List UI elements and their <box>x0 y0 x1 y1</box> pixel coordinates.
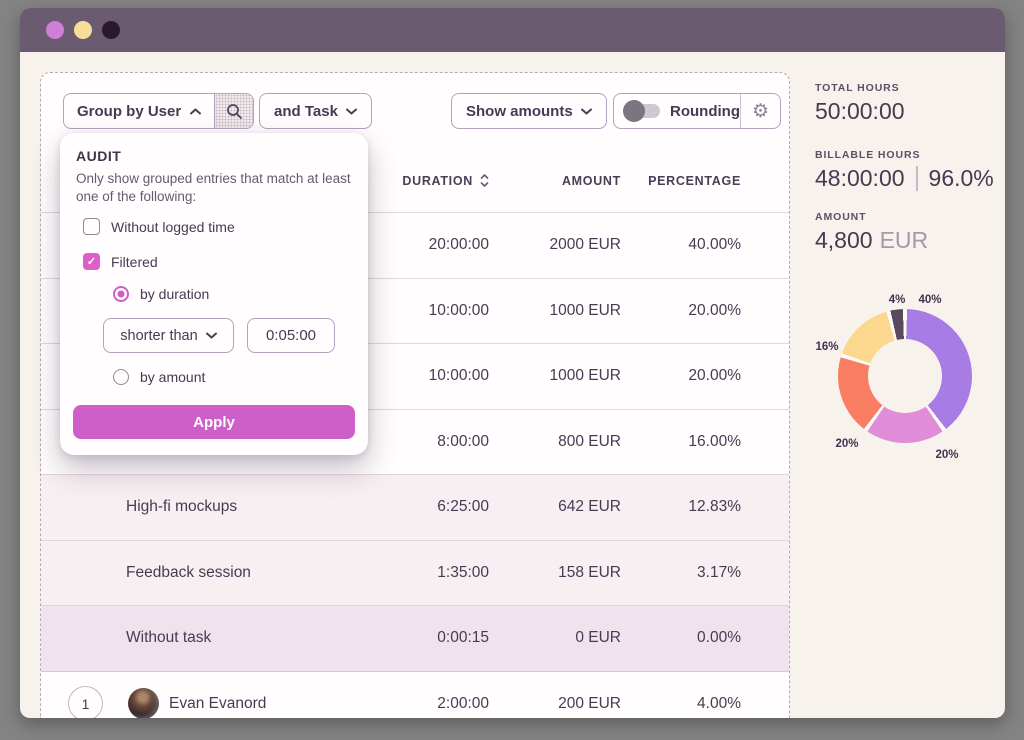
percentage-cell: 3.17% <box>621 564 741 582</box>
percentage-cell: 20.00% <box>621 302 741 320</box>
duration-cell: 1:35:00 <box>359 564 489 582</box>
donut-label: 40% <box>918 294 941 306</box>
user-name: Evan Evanord <box>169 695 266 713</box>
window-close-button[interactable] <box>46 21 64 39</box>
gear-icon[interactable]: ⚙ <box>741 100 780 123</box>
duration-cell: 2:00:00 <box>359 695 489 713</box>
audit-popup: AUDIT Only show grouped entries that mat… <box>60 133 368 455</box>
checkbox-unchecked[interactable] <box>83 218 100 235</box>
total-hours-value: 50:00:00 <box>815 98 905 125</box>
comparator-select[interactable]: shorter than <box>103 318 234 353</box>
search-button[interactable] <box>214 94 253 128</box>
task-name: Without task <box>41 629 359 647</box>
chevron-down-icon <box>581 108 592 115</box>
percentage-cell: 16.00% <box>621 433 741 451</box>
window-titlebar <box>20 8 1005 52</box>
column-header-amount[interactable]: AMOUNT <box>489 174 621 188</box>
column-header-percentage[interactable]: PERCENTAGE <box>621 174 741 188</box>
amount-summary: AMOUNT 4,800 EUR <box>815 211 928 254</box>
amount-cell: 1000 EUR <box>489 367 621 385</box>
rounding-control: Rounding ⚙ <box>613 93 781 129</box>
sort-icon <box>480 174 489 187</box>
search-icon <box>226 103 243 120</box>
percentage-cell: 40.00% <box>621 236 741 254</box>
amount-label: AMOUNT <box>815 211 928 223</box>
duration-cell: 6:25:00 <box>359 498 489 516</box>
user-avatar <box>128 688 159 718</box>
comparator-value: shorter than <box>120 328 197 344</box>
amount-cell: 1000 EUR <box>489 302 621 320</box>
row-index-badge: 1 <box>68 686 103 718</box>
amount-cell: 158 EUR <box>489 564 621 582</box>
amount-cell: 0 EUR <box>489 629 621 647</box>
rounding-toggle[interactable] <box>626 104 660 118</box>
donut-label: 4% <box>889 294 906 306</box>
app-window: Group by User and Task Show amounts <box>20 8 1005 718</box>
total-hours-label: TOTAL HOURS <box>815 82 905 94</box>
amount-cell: 200 EUR <box>489 695 621 713</box>
window-minimize-button[interactable] <box>74 21 92 39</box>
duration-cell: 10:00:00 <box>359 302 489 320</box>
task-name: High-fi mockups <box>41 498 359 516</box>
column-header-duration[interactable]: DURATION <box>359 174 489 188</box>
filtered-label: Filtered <box>111 254 158 270</box>
table-row[interactable]: Feedback session 1:35:00 158 EUR 3.17% <box>41 541 789 607</box>
filtered-option[interactable]: ✓ Filtered <box>83 253 158 270</box>
table-row[interactable]: Without task 0:00:15 0 EUR 0.00% <box>41 606 789 672</box>
table-row[interactable]: High-fi mockups 6:25:00 642 EUR 12.83% <box>41 475 789 541</box>
donut-label: 16% <box>815 341 838 353</box>
billable-percent: 96.0% <box>929 165 994 192</box>
duration-cell: 20:00:00 <box>359 236 489 254</box>
checkbox-checked[interactable]: ✓ <box>83 253 100 270</box>
chevron-up-icon <box>190 108 201 115</box>
percentage-cell: 4.00% <box>621 695 741 713</box>
audit-description: Only show grouped entries that match at … <box>76 170 352 206</box>
group-by-user-control: Group by User <box>63 93 254 129</box>
duration-cell: 8:00:00 <box>359 433 489 451</box>
show-amounts-label: Show amounts <box>466 103 573 120</box>
chevron-down-icon <box>346 108 357 115</box>
billing-donut-chart: 40% 20% 20% 16% 4% <box>820 293 1005 478</box>
by-amount-label: by amount <box>140 369 205 385</box>
chevron-down-icon <box>206 332 217 339</box>
amount-currency: EUR <box>880 227 929 254</box>
donut-chart <box>838 309 972 443</box>
apply-button[interactable]: Apply <box>73 405 355 439</box>
by-duration-label: by duration <box>140 286 209 302</box>
without-logged-time-option[interactable]: Without logged time <box>83 218 235 235</box>
duration-cell: 10:00:00 <box>359 367 489 385</box>
percentage-cell: 0.00% <box>621 629 741 647</box>
divider <box>916 166 918 191</box>
billable-hours-summary: BILLABLE HOURS 48:00:00 96.0% <box>815 149 994 192</box>
percentage-cell: 20.00% <box>621 367 741 385</box>
donut-label: 20% <box>835 438 858 450</box>
task-name: Feedback session <box>41 564 359 582</box>
amount-cell: 642 EUR <box>489 498 621 516</box>
and-task-label: and Task <box>274 103 338 120</box>
and-task-button[interactable]: and Task <box>259 93 372 129</box>
total-hours-summary: TOTAL HOURS 50:00:00 <box>815 82 905 125</box>
show-amounts-button[interactable]: Show amounts <box>451 93 607 129</box>
without-logged-time-label: Without logged time <box>111 219 235 235</box>
table-row-user[interactable]: 1 Evan Evanord 2:00:00 200 EUR 4.00% <box>41 672 789 719</box>
audit-title: AUDIT <box>76 148 121 164</box>
billable-hours-value: 48:00:00 <box>815 165 905 192</box>
radio-unselected[interactable] <box>113 369 129 385</box>
rounding-label: Rounding <box>670 103 740 120</box>
amount-cell: 2000 EUR <box>489 236 621 254</box>
percentage-cell: 12.83% <box>621 498 741 516</box>
window-maximize-button[interactable] <box>102 21 120 39</box>
duration-cell: 0:00:15 <box>359 629 489 647</box>
donut-label: 20% <box>935 449 958 461</box>
amount-value: 4,800 <box>815 227 873 254</box>
radio-selected[interactable] <box>113 286 129 302</box>
by-duration-option[interactable]: by duration <box>113 286 209 302</box>
group-by-user-label: Group by User <box>77 103 181 120</box>
amount-cell: 800 EUR <box>489 433 621 451</box>
duration-threshold-input[interactable] <box>247 318 335 353</box>
by-amount-option[interactable]: by amount <box>113 369 205 385</box>
toggle-knob <box>623 100 645 122</box>
billable-hours-label: BILLABLE HOURS <box>815 149 994 161</box>
group-by-user-button[interactable]: Group by User <box>64 94 214 128</box>
